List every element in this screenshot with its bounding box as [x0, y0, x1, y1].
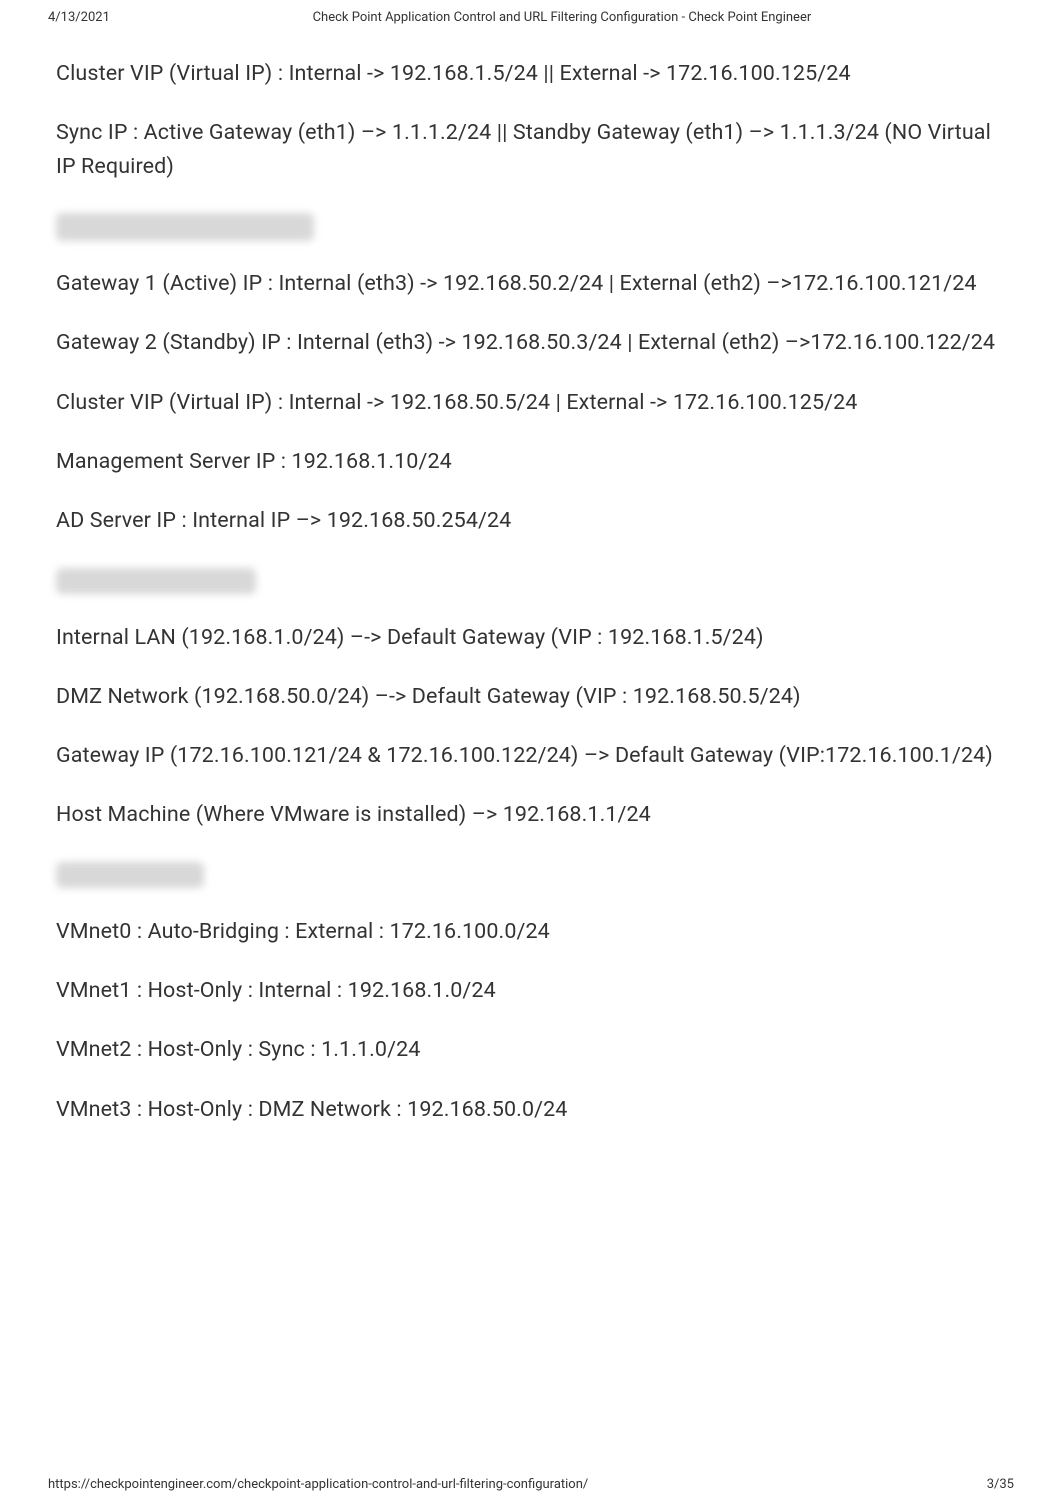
paragraph-vmnet2: VMnet2 : Host-Only : Sync : 1.1.1.0/24	[56, 1033, 1006, 1066]
paragraph-gateway2: Gateway 2 (Standby) IP : Internal (eth3)…	[56, 326, 1006, 359]
footer-page-number: 3/35	[987, 1477, 1014, 1492]
blurred-heading-dmz-network: DMZ Network(AD Server)	[56, 213, 314, 241]
paragraph-vmnet3: VMnet3 : Host-Only : DMZ Network : 192.1…	[56, 1093, 1006, 1126]
blurred-heading-vmnet-details: VMNet Details	[56, 862, 204, 888]
paragraph-gateway1: Gateway 1 (Active) IP : Internal (eth3) …	[56, 267, 1006, 300]
paragraph-sync-ip: Sync IP : Active Gateway (eth1) –> 1.1.1…	[56, 116, 1006, 183]
paragraph-dmz-network: DMZ Network (192.168.50.0/24) –-> Defaul…	[56, 680, 1006, 713]
header-title: Check Point Application Control and URL …	[110, 10, 1014, 25]
paragraph-management-server: Management Server IP : 192.168.1.10/24	[56, 445, 1006, 478]
document-content: Cluster VIP (Virtual IP) : Internal -> 1…	[0, 57, 1062, 1126]
page-header: 4/13/2021 Check Point Application Contro…	[0, 0, 1062, 31]
paragraph-vmnet0: VMnet0 : Auto-Bridging : External : 172.…	[56, 915, 1006, 948]
paragraph-vmnet1: VMnet1 : Host-Only : Internal : 192.168.…	[56, 974, 1006, 1007]
paragraph-cluster-vip-internal: Cluster VIP (Virtual IP) : Internal -> 1…	[56, 57, 1006, 90]
paragraph-internal-lan: Internal LAN (192.168.1.0/24) –-> Defaul…	[56, 621, 1006, 654]
paragraph-cluster-vip-dmz: Cluster VIP (Virtual IP) : Internal -> 1…	[56, 386, 1006, 419]
header-date: 4/13/2021	[48, 10, 110, 25]
paragraph-gateway-ip: Gateway IP (172.16.100.121/24 & 172.16.1…	[56, 739, 1006, 772]
blurred-heading-route-config: Route Configuration	[56, 568, 256, 594]
paragraph-ad-server: AD Server IP : Internal IP –> 192.168.50…	[56, 504, 1006, 537]
footer-url: https://checkpointengineer.com/checkpoin…	[48, 1477, 588, 1492]
paragraph-host-machine: Host Machine (Where VMware is installed)…	[56, 798, 1006, 831]
page-footer: https://checkpointengineer.com/checkpoin…	[0, 1477, 1062, 1492]
